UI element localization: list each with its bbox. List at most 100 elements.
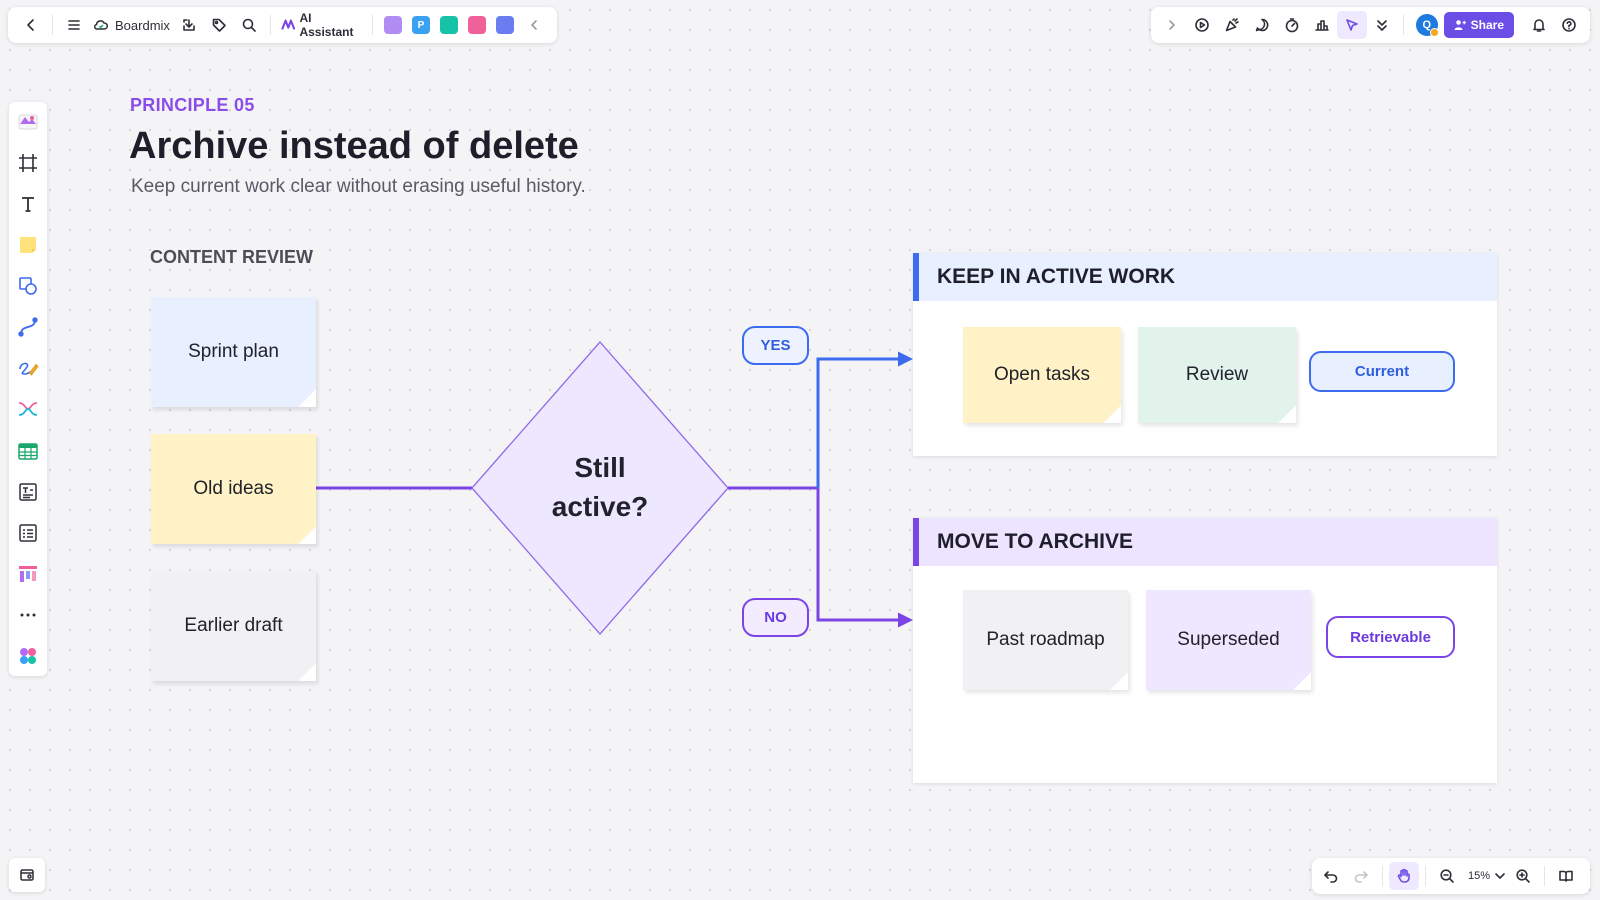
chevron-right-icon	[1169, 20, 1175, 30]
app-presentation[interactable]: P	[412, 16, 430, 34]
follow-button[interactable]	[1337, 11, 1367, 39]
sticky-note-earlier-draft[interactable]: Earlier draft	[151, 571, 316, 681]
back-button[interactable]	[16, 11, 46, 39]
export-button[interactable]	[174, 11, 204, 39]
note-fold	[1278, 405, 1296, 423]
note-fold	[1293, 672, 1311, 690]
search-icon	[242, 18, 256, 32]
chevron-left-icon	[531, 20, 537, 30]
principle-kicker[interactable]: PRINCIPLE 05	[130, 95, 255, 116]
text-tool[interactable]	[14, 190, 42, 218]
share-button[interactable]: Share	[1443, 12, 1514, 38]
yes-label[interactable]: YES	[742, 326, 809, 365]
hand-tool-button[interactable]	[1389, 862, 1419, 890]
app-ai-image[interactable]	[384, 16, 402, 34]
connector-tool[interactable]	[14, 313, 42, 341]
list-tool[interactable]	[14, 519, 42, 547]
document-tool[interactable]	[14, 478, 42, 506]
pen-icon	[19, 363, 39, 377]
page-subtitle[interactable]: Keep current work clear without erasing …	[131, 176, 586, 198]
mindmap-tool[interactable]	[14, 395, 42, 423]
pen-tool[interactable]	[14, 354, 42, 382]
current-tag[interactable]: Current	[1309, 351, 1455, 392]
search-button[interactable]	[234, 11, 264, 39]
sticky-note-old-ideas[interactable]: Old ideas	[151, 434, 316, 544]
redo-button[interactable]	[1346, 862, 1376, 890]
more-tools-button[interactable]	[1367, 11, 1397, 39]
templates-icon	[18, 114, 38, 130]
app-glyph: P	[417, 19, 425, 31]
double-chevron-down-icon	[1377, 20, 1387, 31]
sticky-note-sprint-plan[interactable]: Sprint plan	[151, 297, 316, 407]
top-toolbar-left: Boardmix AI Assistant P	[8, 7, 557, 43]
page-title[interactable]: Archive instead of delete	[129, 125, 579, 168]
zoom-dropdown-button[interactable]	[1492, 862, 1508, 890]
more-horizontal-icon	[20, 613, 36, 617]
sticky-note-text: Sprint plan	[188, 341, 279, 362]
zoom-out-button[interactable]	[1432, 862, 1462, 890]
notifications-button[interactable]	[1524, 11, 1554, 39]
templates-tool[interactable]	[14, 108, 42, 136]
connector-yes-branch[interactable]	[816, 351, 913, 488]
celebrate-button[interactable]	[1217, 11, 1247, 39]
ai-logo-icon	[281, 19, 296, 30]
retrievable-tag[interactable]: Retrievable	[1326, 616, 1455, 658]
note-fold	[1110, 672, 1128, 690]
sticky-note-text: Old ideas	[193, 478, 274, 499]
ai-assistant-button[interactable]: AI Assistant	[277, 11, 366, 39]
comment-button[interactable]	[1247, 11, 1277, 39]
sticky-note-review[interactable]: Review	[1138, 327, 1296, 423]
shapes-icon	[19, 277, 37, 296]
guide-button[interactable]	[1551, 862, 1581, 890]
left-toolbar	[9, 102, 47, 676]
no-label[interactable]: NO	[742, 598, 809, 637]
app-chat[interactable]	[496, 16, 514, 34]
vote-button[interactable]	[1307, 11, 1337, 39]
sticky-note-text: Review	[1185, 364, 1249, 385]
sticky-note-icon	[20, 237, 36, 254]
download-icon	[183, 19, 195, 31]
present-button[interactable]	[1187, 11, 1217, 39]
content-review-label[interactable]: CONTENT REVIEW	[150, 247, 313, 268]
app-mindmap[interactable]	[440, 16, 458, 34]
shape-tool[interactable]	[14, 272, 42, 300]
sticky-note-past-roadmap[interactable]: Past roadmap	[963, 590, 1128, 690]
more-tools-button[interactable]	[14, 601, 42, 629]
kanban-tool[interactable]	[14, 560, 42, 588]
decision-line-1: Still	[574, 452, 626, 483]
zoom-out-icon	[1440, 869, 1454, 883]
expand-button[interactable]	[1157, 11, 1187, 39]
app-kanban[interactable]	[468, 16, 486, 34]
sticky-note-tool[interactable]	[14, 231, 42, 259]
timer-button[interactable]	[1277, 11, 1307, 39]
menu-icon	[68, 20, 80, 30]
main-menu-button[interactable]	[59, 11, 89, 39]
redo-icon	[1354, 871, 1368, 883]
collapse-apps-button[interactable]	[519, 11, 549, 39]
minimap-toggle-button[interactable]	[9, 858, 45, 892]
document-icon	[19, 482, 37, 501]
zoom-in-button[interactable]	[1508, 862, 1538, 890]
sticky-note-superseded[interactable]: Superseded	[1146, 590, 1311, 690]
avatar[interactable]: Q	[1416, 14, 1439, 37]
divider	[1544, 866, 1546, 886]
undo-icon	[1324, 871, 1338, 883]
divider	[52, 15, 53, 35]
note-fold	[298, 526, 316, 544]
cloud-sync-icon	[94, 20, 108, 30]
keep-active-heading: KEEP IN ACTIVE WORK	[913, 253, 1497, 301]
plugins-tool[interactable]	[14, 642, 42, 670]
sticky-note-open-tasks[interactable]: Open tasks	[963, 327, 1121, 423]
decision-label[interactable]: Still active?	[520, 448, 680, 526]
tag-icon	[212, 18, 226, 32]
connector-no-branch[interactable]	[816, 488, 913, 628]
table-tool[interactable]	[14, 437, 42, 465]
zoom-level[interactable]: 15%	[1462, 870, 1492, 882]
ai-assistant-label: AI Assistant	[299, 11, 354, 39]
frame-tool[interactable]	[14, 149, 42, 177]
brand[interactable]: Boardmix	[89, 17, 174, 33]
undo-button[interactable]	[1316, 862, 1346, 890]
help-button[interactable]	[1554, 11, 1584, 39]
plugins-icon	[20, 647, 36, 664]
tag-button[interactable]	[204, 11, 234, 39]
